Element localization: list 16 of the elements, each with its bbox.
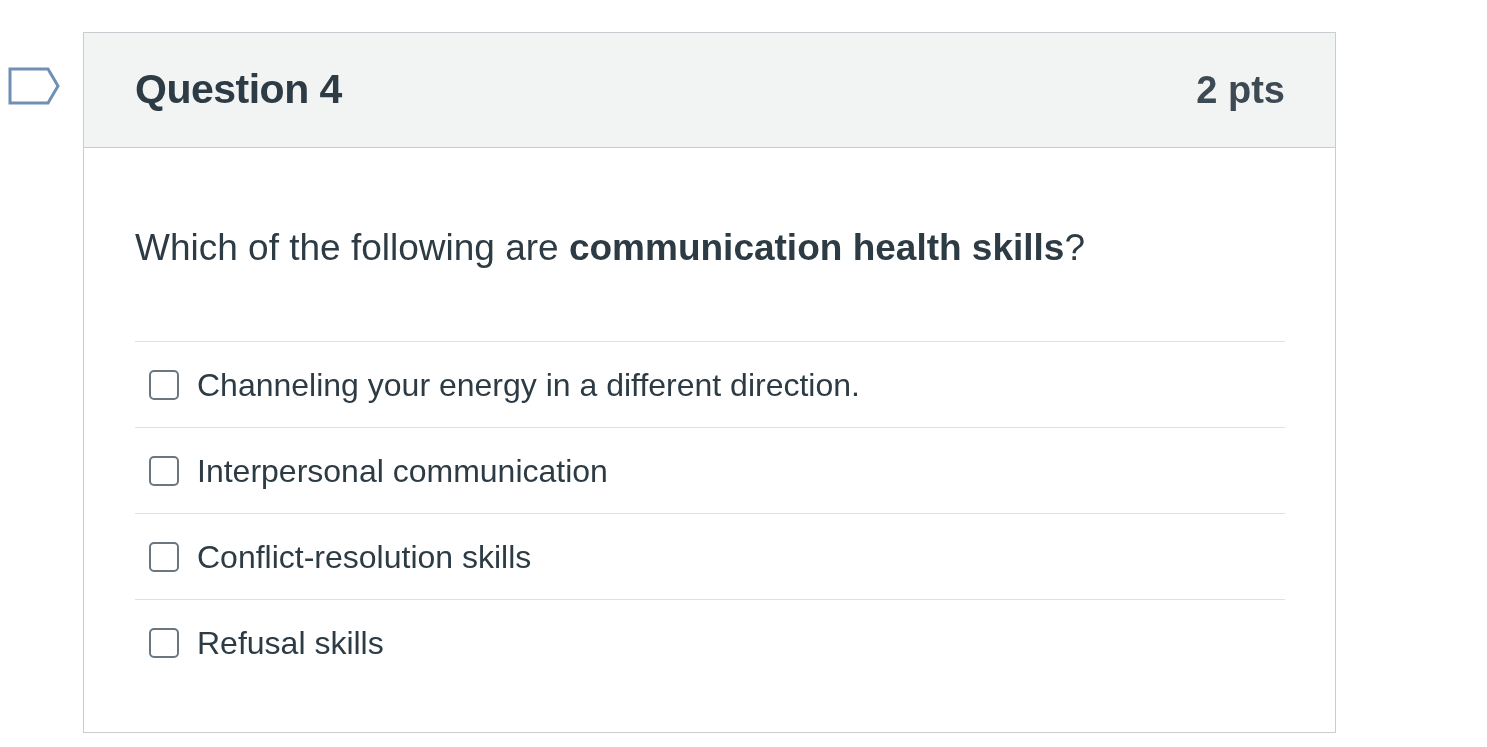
answer-text: Conflict-resolution skills (197, 537, 532, 577)
question-text: Which of the following are communication health skills? (135, 226, 1087, 270)
question-title: Question 4 (135, 65, 342, 115)
answer-option[interactable]: Refusal skills (135, 600, 1285, 686)
points-label: 2 pts (1196, 67, 1285, 113)
answer-option[interactable]: Channeling your energy in a different direction. (135, 342, 1285, 428)
answer-text: Interpersonal communication (197, 451, 608, 491)
answer-option[interactable]: Interpersonal communication (135, 428, 1285, 514)
checkbox[interactable] (149, 369, 179, 400)
answer-text: Refusal skills (197, 624, 384, 663)
checkbox[interactable] (149, 628, 179, 658)
checkbox[interactable] (149, 541, 179, 572)
flag-button[interactable] (8, 67, 60, 105)
answer-option[interactable]: Conflict-resolution skills (135, 514, 1285, 600)
checkbox[interactable] (149, 455, 179, 486)
answer-text: Channeling your energy in a different direction. (197, 365, 860, 405)
